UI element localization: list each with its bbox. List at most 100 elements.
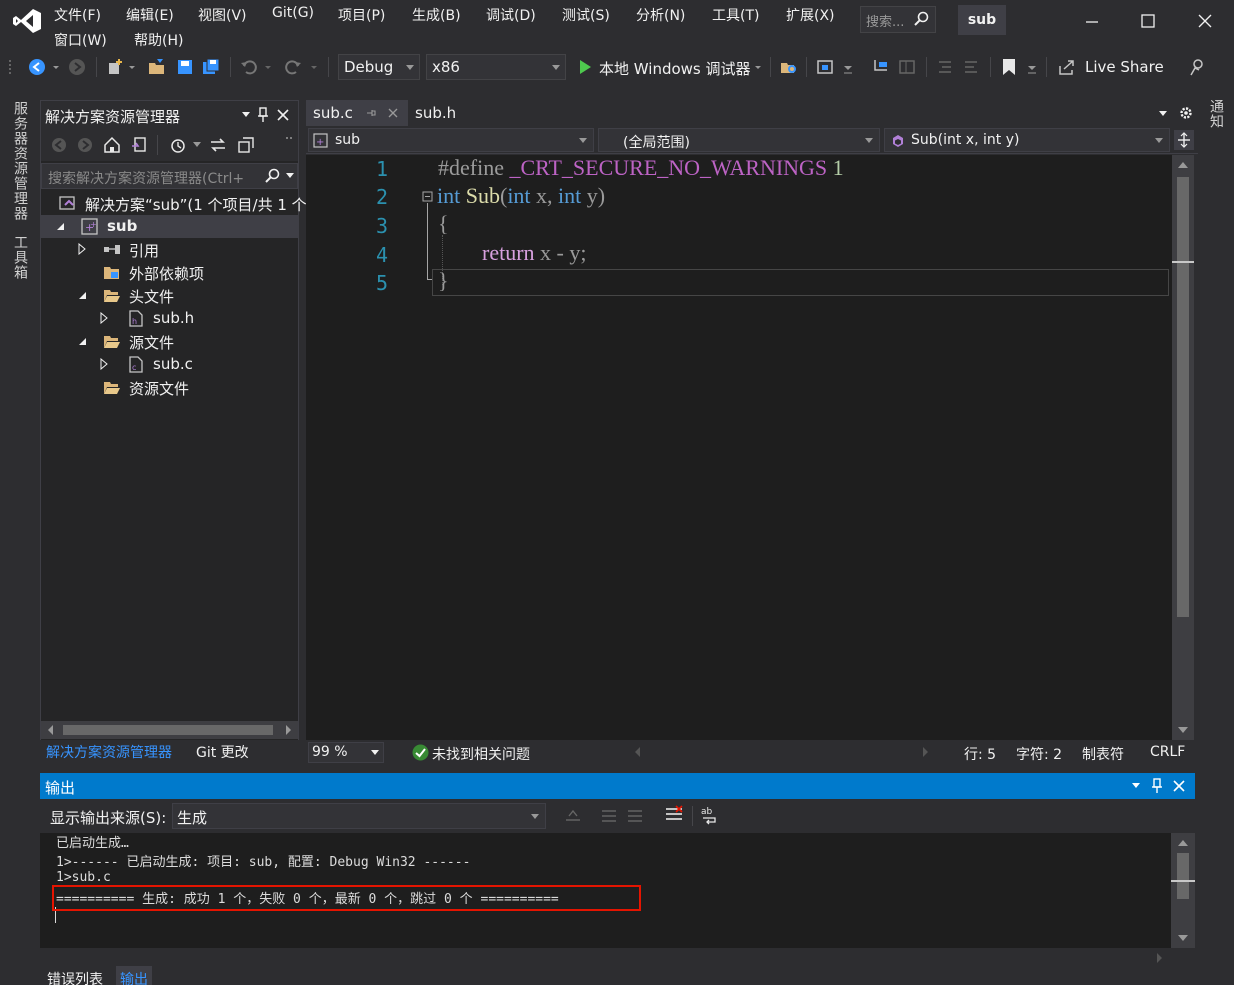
- undo-dropdown-icon[interactable]: [264, 58, 272, 76]
- menu-help[interactable]: 帮助(H): [134, 30, 183, 50]
- scroll-thumb[interactable]: [63, 725, 273, 735]
- scroll-thumb[interactable]: [1177, 177, 1189, 617]
- tab-solution-explorer[interactable]: 解决方案资源管理器: [46, 742, 172, 762]
- save-all-icon[interactable]: [202, 58, 220, 76]
- navigate-forward-icon[interactable]: [68, 58, 86, 76]
- redo-dropdown-icon[interactable]: [310, 58, 318, 76]
- clear-all-icon[interactable]: [664, 805, 684, 825]
- uncomment-lines-icon[interactable]: [962, 58, 980, 76]
- sync-with-active-document-icon[interactable]: [209, 136, 227, 154]
- solution-name-badge[interactable]: sub: [958, 5, 1006, 35]
- collapsed-arrow-icon[interactable]: [99, 312, 109, 324]
- solution-platform-select[interactable]: x86: [426, 54, 566, 80]
- tab-output[interactable]: 输出: [116, 966, 152, 985]
- scroll-left-icon[interactable]: [47, 725, 54, 735]
- live-share-icon[interactable]: [1058, 58, 1076, 76]
- collapsed-arrow-icon[interactable]: [77, 243, 87, 255]
- close-panel-icon[interactable]: [1173, 780, 1185, 792]
- line-ending-indicator[interactable]: CRLF: [1150, 744, 1185, 760]
- find-in-files-icon[interactable]: [780, 58, 798, 76]
- comment-lines-icon[interactable]: [936, 58, 954, 76]
- menu-debug[interactable]: 调试(D): [486, 5, 536, 25]
- tab-git-changes[interactable]: Git 更改: [196, 742, 249, 762]
- open-file-icon[interactable]: [148, 58, 166, 76]
- tree-item-header-files[interactable]: 头文件: [41, 284, 298, 307]
- bookmark-icon[interactable]: [1000, 58, 1018, 76]
- collapse-region-icon[interactable]: [422, 191, 434, 203]
- split-window-icon[interactable]: [1174, 130, 1194, 150]
- scroll-up-icon[interactable]: [1178, 161, 1188, 168]
- tree-item-sub-c[interactable]: c sub.c: [41, 353, 298, 376]
- tree-item-project-sub[interactable]: + + sub: [41, 215, 298, 238]
- scope-select[interactable]: (全局范围): [598, 128, 880, 152]
- scroll-right-icon[interactable]: [1156, 953, 1163, 963]
- menu-git[interactable]: Git(G): [272, 5, 314, 21]
- tree-item-sub-h[interactable]: h sub.h: [41, 307, 298, 330]
- pin-tab-icon[interactable]: [366, 108, 376, 118]
- expanded-arrow-icon[interactable]: [77, 289, 87, 301]
- expanded-arrow-icon[interactable]: [77, 335, 87, 347]
- issues-status[interactable]: 未找到相关问题: [432, 744, 530, 764]
- menu-project[interactable]: 项目(P): [338, 5, 385, 25]
- overflow-dropdown-icon[interactable]: [842, 58, 854, 76]
- notifications-tab[interactable]: 通知: [1206, 99, 1226, 129]
- layout-icon[interactable]: [898, 58, 916, 76]
- new-project-icon[interactable]: [106, 58, 124, 76]
- live-share-button[interactable]: Live Share: [1085, 58, 1164, 76]
- scroll-up-icon[interactable]: [1178, 839, 1188, 846]
- menu-window[interactable]: 窗口(W): [54, 30, 107, 50]
- scroll-right-icon[interactable]: [285, 725, 292, 735]
- pin-icon[interactable]: [257, 107, 269, 123]
- code-editor[interactable]: 1 2 3 4 5 #define _CRT_SECURE_NO_WARNING…: [306, 155, 1172, 740]
- output-source-select[interactable]: 生成: [172, 803, 546, 829]
- next-message-icon[interactable]: [626, 806, 644, 824]
- indent-mode-indicator[interactable]: 制表符: [1082, 744, 1124, 764]
- expanded-arrow-icon[interactable]: [55, 220, 65, 232]
- solution-search-input[interactable]: 搜索解决方案资源管理器(Ctrl+: [41, 163, 298, 189]
- maximize-icon[interactable]: [1136, 10, 1160, 32]
- debugger-dropdown-icon[interactable]: [754, 58, 762, 76]
- menu-edit[interactable]: 编辑(E): [126, 5, 174, 25]
- menu-view[interactable]: 视图(V): [198, 5, 247, 25]
- home-icon[interactable]: [103, 136, 121, 154]
- close-panel-icon[interactable]: [277, 109, 289, 121]
- forward-icon[interactable]: [77, 137, 93, 153]
- no-issues-check-icon[interactable]: [412, 744, 429, 761]
- menu-analyze[interactable]: 分析(N): [636, 5, 685, 25]
- search-options-dropdown-icon[interactable]: [286, 173, 294, 179]
- char-indicator[interactable]: 字符: 2: [1016, 744, 1062, 764]
- previous-message-icon[interactable]: [600, 806, 618, 824]
- start-debugger-button[interactable]: 本地 Windows 调试器: [599, 58, 751, 79]
- find-message-icon[interactable]: [564, 806, 582, 824]
- pin-icon[interactable]: [1151, 778, 1163, 794]
- back-icon[interactable]: [51, 137, 67, 153]
- menu-extensions[interactable]: 扩展(X): [786, 5, 835, 25]
- panel-menu-dropdown-icon[interactable]: [241, 111, 251, 119]
- output-horizontal-scrollbar[interactable]: [40, 948, 1195, 966]
- tab-sub-h[interactable]: sub.h: [408, 100, 468, 126]
- redo-icon[interactable]: [284, 58, 302, 76]
- switch-views-icon[interactable]: [131, 136, 149, 154]
- tree-item-references[interactable]: 引用: [41, 238, 298, 261]
- collapsed-arrow-icon[interactable]: [99, 358, 109, 370]
- tree-item-solution[interactable]: 解决方案“sub”(1 个项目/共 1 个: [41, 192, 307, 215]
- tab-error-list[interactable]: 错误列表: [47, 969, 103, 985]
- account-feedback-icon[interactable]: [1188, 58, 1206, 76]
- scroll-left-icon[interactable]: [634, 747, 641, 757]
- scroll-down-icon[interactable]: [1178, 727, 1188, 734]
- tab-sub-c[interactable]: sub.c: [306, 100, 408, 126]
- browser-link-icon[interactable]: [816, 58, 834, 76]
- minimize-icon[interactable]: [1080, 10, 1104, 32]
- solution-horizontal-scrollbar[interactable]: [41, 721, 298, 739]
- tree-item-source-files[interactable]: 源文件: [41, 330, 298, 353]
- start-debugging-icon[interactable]: [576, 58, 594, 76]
- step-into-icon[interactable]: [872, 58, 890, 76]
- server-explorer-tab[interactable]: 服务器资源管理器: [10, 101, 30, 221]
- toolbox-tab[interactable]: 工具箱: [10, 235, 30, 280]
- line-indicator[interactable]: 行: 5: [964, 744, 996, 764]
- editor-vertical-scrollbar[interactable]: [1172, 155, 1194, 740]
- scroll-right-icon[interactable]: [922, 747, 929, 757]
- panel-menu-dropdown-icon[interactable]: [1131, 782, 1141, 790]
- gear-icon[interactable]: [1178, 105, 1194, 121]
- bookmark-dropdown-icon[interactable]: [1026, 58, 1038, 76]
